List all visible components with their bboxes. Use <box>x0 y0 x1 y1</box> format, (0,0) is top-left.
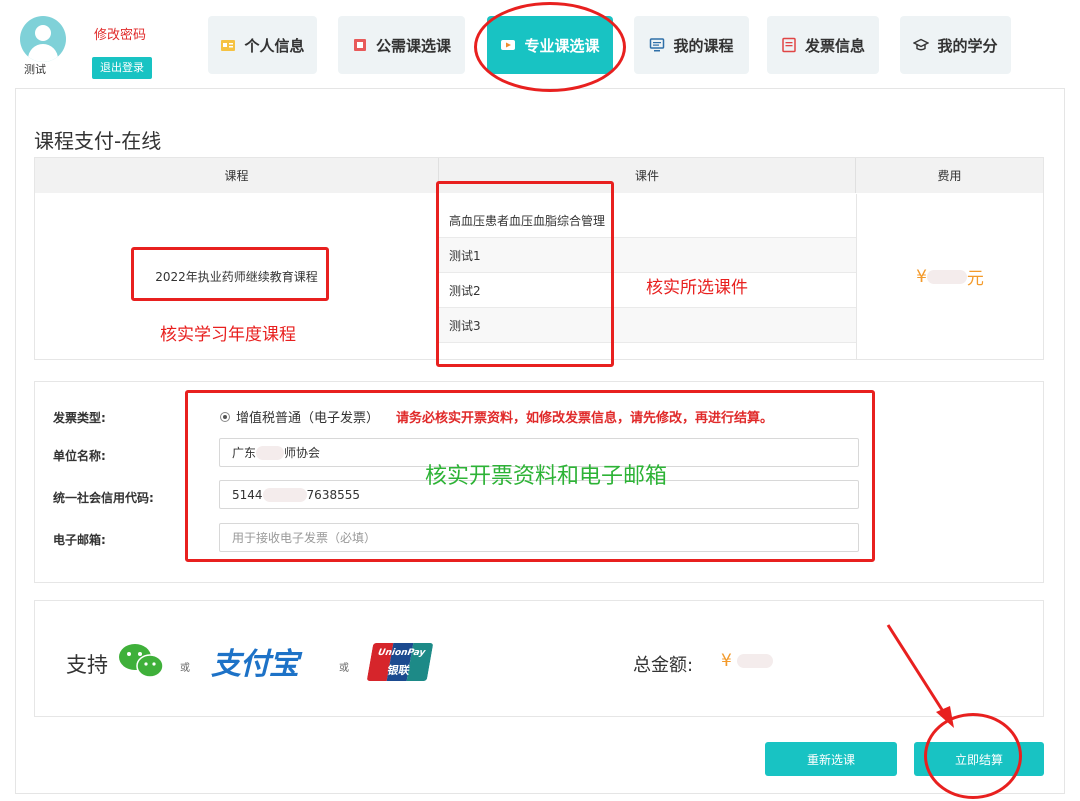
tab-personal-info[interactable]: 个人信息 <box>208 16 317 74</box>
annotation-box-course <box>131 247 329 301</box>
tab-invoice-info[interactable]: 发票信息 <box>767 16 879 74</box>
graduation-cap-icon <box>913 38 930 51</box>
total-currency: ¥ <box>721 651 732 671</box>
total-amount-label: 总金额: <box>633 655 694 676</box>
fee-currency: ¥ <box>916 266 927 287</box>
avatar-head-shape <box>35 25 51 41</box>
tab-my-courses-label: 我的课程 <box>673 36 734 55</box>
id-card-icon <box>221 40 236 51</box>
total-amount-redacted <box>737 654 774 668</box>
logout-button[interactable]: 退出登录 <box>92 57 152 79</box>
company-name-label: 单位名称: <box>53 449 106 463</box>
monitor-icon <box>650 38 665 52</box>
invoice-icon <box>782 37 796 53</box>
alipay-logo: 支付宝 <box>211 647 299 682</box>
or-separator: 或 <box>180 663 190 674</box>
fee-amount-redacted <box>926 269 967 284</box>
unionpay-logo: UnionPay 银联 <box>366 643 434 681</box>
username: 测试 <box>24 63 46 76</box>
unionpay-text-cn: 银联 <box>386 664 411 677</box>
course-fee: ¥ 元 <box>856 194 1043 359</box>
wechat-pay-icon <box>119 644 164 678</box>
tab-public-course[interactable]: 公需课选课 <box>338 16 465 74</box>
avatar <box>20 16 66 62</box>
tab-personal-info-label: 个人信息 <box>244 36 305 55</box>
column-header-course: 课程 <box>35 158 439 193</box>
avatar-body-shape <box>28 44 58 62</box>
app-root: 测试 修改密码 退出登录 个人信息 公需课选课 专业课选课 我的课程 发票信息 … <box>0 0 1080 801</box>
tab-public-course-label: 公需课选课 <box>375 36 451 55</box>
tab-my-credits[interactable]: 我的学分 <box>900 16 1011 74</box>
fee-unit: 元 <box>966 269 984 289</box>
annotation-arrow-icon <box>886 624 954 728</box>
or-separator: 或 <box>339 663 349 674</box>
tab-invoice-info-label: 发票信息 <box>804 36 865 55</box>
annotation-check-invoice: 核实开票资料和电子邮箱 <box>425 464 668 489</box>
annotation-check-course: 核实学习年度课程 <box>160 325 296 345</box>
tab-my-credits-label: 我的学分 <box>937 36 998 55</box>
tab-my-courses[interactable]: 我的课程 <box>634 16 749 74</box>
total-amount-value: ¥ <box>721 651 774 671</box>
page-title: 课程支付-在线 <box>34 129 162 153</box>
column-header-fee: 费用 <box>856 158 1043 193</box>
pay-support-label: 支持 <box>66 653 108 677</box>
credit-code-label: 统一社会信用代码: <box>53 491 154 505</box>
book-icon <box>353 39 366 51</box>
unionpay-text: UnionPay <box>377 648 426 658</box>
annotation-circle-checkout <box>924 713 1022 799</box>
invoice-type-label: 发票类型: <box>53 411 106 425</box>
annotation-circle-professional-tab <box>474 2 626 92</box>
annotation-box-courseware <box>436 181 614 367</box>
change-password-link[interactable]: 修改密码 <box>94 24 146 43</box>
email-label: 电子邮箱: <box>53 533 106 547</box>
reselect-course-button[interactable]: 重新选课 <box>765 742 897 776</box>
annotation-check-courseware: 核实所选课件 <box>646 278 748 298</box>
